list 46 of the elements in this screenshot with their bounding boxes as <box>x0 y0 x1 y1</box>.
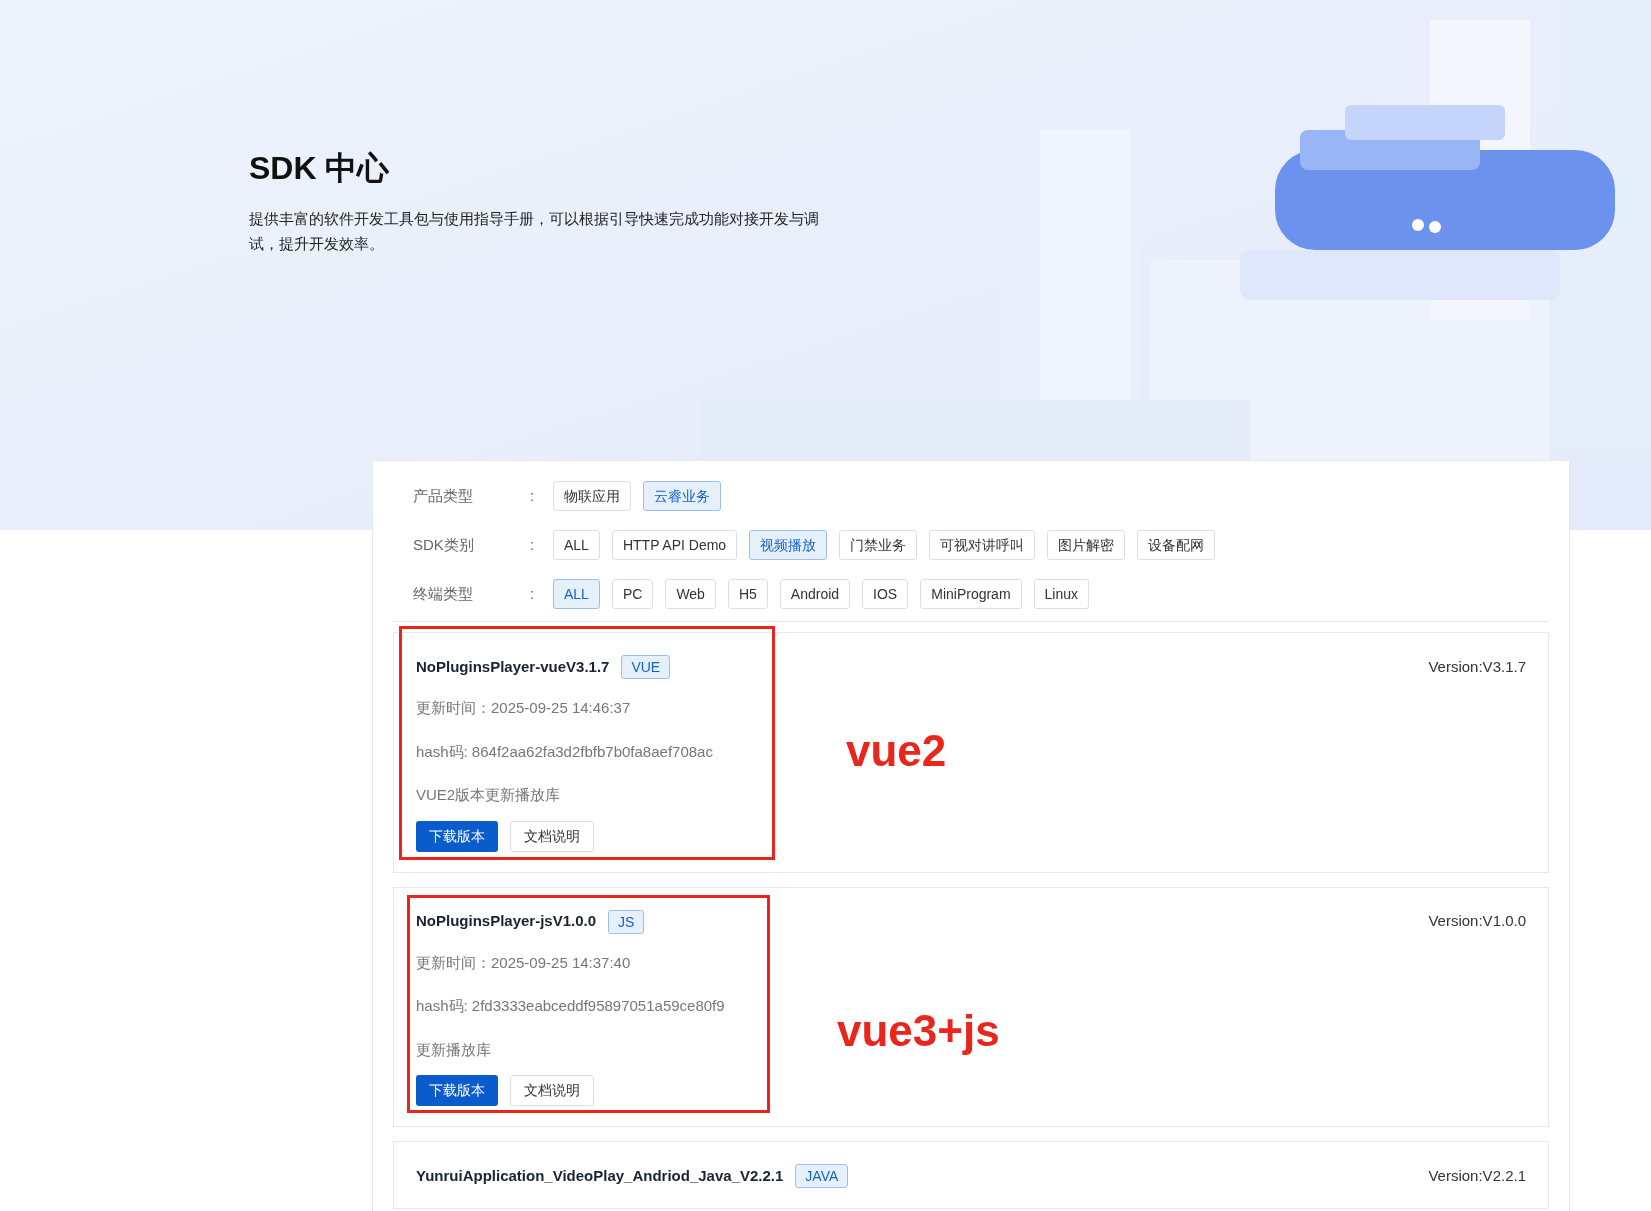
filter-option[interactable]: 图片解密 <box>1047 530 1126 560</box>
download-button[interactable]: 下载版本 <box>416 820 498 852</box>
update-time: 更新时间：2025-09-25 14:37:40 <box>416 952 631 973</box>
sdk-description: VUE2版本更新播放库 <box>416 785 561 805</box>
filter-option[interactable]: ALL <box>553 530 600 560</box>
filter-option[interactable]: PC <box>611 579 654 609</box>
filter-label: SDK类别 <box>412 534 475 555</box>
annotation-text: vue3+js <box>837 1004 1000 1057</box>
filter-option[interactable]: H5 <box>727 579 768 609</box>
filter-option[interactable]: 云睿业务 <box>643 481 721 511</box>
hash-code: hash码: 2fd3333eabceddf95897051a59ce80f9 <box>416 996 725 1016</box>
download-button[interactable]: 下载版本 <box>416 1075 498 1106</box>
filter-option[interactable]: 视频播放 <box>749 530 828 560</box>
filter-option[interactable]: MiniProgram <box>920 579 1022 609</box>
sdk-name: NoPluginsPlayer-vueV3.1.7 <box>416 656 610 677</box>
filter-colon: : <box>530 583 536 604</box>
filter-label: 终端类型 <box>412 583 474 604</box>
page-title: SDK 中心 <box>249 149 391 188</box>
filter-option[interactable]: 物联应用 <box>553 481 631 511</box>
filter-option[interactable]: 设备配网 <box>1137 530 1216 560</box>
filter-option[interactable]: Linux <box>1033 579 1090 609</box>
docs-button[interactable]: 文档说明 <box>510 820 594 852</box>
page-description: 提供丰富的软件开发工具包与使用指导手册，可以根据引导快速完成功能对接开发与调试，提升开发效率。 <box>249 209 820 254</box>
filter-option[interactable]: Android <box>779 579 851 609</box>
filter-option[interactable]: 门禁业务 <box>839 530 918 560</box>
filter-colon: : <box>530 534 536 555</box>
update-time: 更新时间：2025-09-25 14:46:37 <box>416 698 631 718</box>
docs-button[interactable]: 文档说明 <box>510 1075 594 1106</box>
sdk-version: Version:V3.1.7 <box>1428 656 1526 677</box>
sdk-tag: JS <box>608 909 645 934</box>
filter-option[interactable]: Web <box>665 579 716 609</box>
sdk-name: YunruiApplication_VideoPlay_Andriod_Java_V2.2.1 <box>416 1165 784 1186</box>
sdk-tag: JAVA <box>795 1164 849 1188</box>
filter-option[interactable]: HTTP API Demo <box>611 530 738 560</box>
sdk-version: Version:V2.2.1 <box>1428 1165 1526 1186</box>
annotation-text: vue2 <box>846 725 947 777</box>
sdk-version: Version:V1.0.0 <box>1428 911 1526 932</box>
sdk-tag: VUE <box>621 655 671 679</box>
filter-label: 产品类型 <box>412 485 474 506</box>
sdk-description: 更新播放库 <box>416 1039 491 1060</box>
filter-colon: : <box>530 485 536 506</box>
hash-code: hash码: 864f2aa62fa3d2fbfb7b0fa8aef708ac <box>416 741 713 762</box>
filter-option[interactable]: ALL <box>553 579 600 609</box>
filter-option[interactable]: IOS <box>862 579 909 609</box>
sdk-name: NoPluginsPlayer-jsV1.0.0 <box>416 911 597 932</box>
filter-option[interactable]: 可视对讲呼叫 <box>929 530 1036 560</box>
